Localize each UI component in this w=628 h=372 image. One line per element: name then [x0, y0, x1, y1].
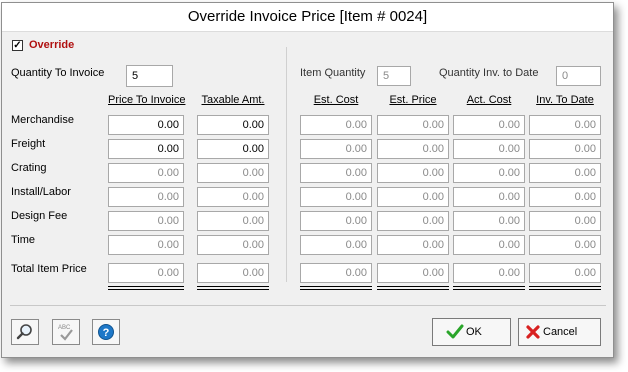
column-divider — [286, 47, 287, 282]
crating-price: 0.00 — [108, 163, 184, 183]
total-price: 0.00 — [108, 263, 184, 283]
magnifier-icon — [16, 324, 32, 340]
time-est-cost: 0.00 — [300, 235, 372, 255]
time-inv-to-date: 0.00 — [529, 235, 601, 255]
row-label-time: Time — [11, 234, 36, 246]
col-header-price-to-invoice: Price To Invoice — [108, 94, 186, 106]
cancel-button-label: Cancel — [543, 326, 578, 338]
crating-act-cost: 0.00 — [453, 163, 525, 183]
red-x-icon — [526, 325, 540, 339]
freight-est-price: 0.00 — [377, 139, 449, 159]
spellcheck-icon-text: ABC — [58, 325, 71, 331]
ok-button-label: OK — [466, 326, 482, 338]
spellcheck-button[interactable]: ABC — [52, 319, 80, 345]
row-label-install-labor: Install/Labor — [11, 186, 71, 198]
total-price-double-rule — [108, 286, 184, 290]
help-icon: ? — [98, 324, 114, 340]
total-inv-to-date: 0.00 — [529, 263, 601, 283]
item-quantity-label: Item Quantity — [300, 67, 366, 79]
footer-divider — [10, 305, 606, 306]
svg-text:?: ? — [103, 327, 110, 339]
freight-inv-to-date: 0.00 — [529, 139, 601, 159]
merchandise-taxable-input[interactable]: 0.00 — [197, 115, 269, 135]
quantity-to-invoice-label: Quantity To Invoice — [11, 67, 105, 79]
help-button[interactable]: ? — [92, 319, 120, 345]
spellcheck-icon: ABC — [58, 325, 73, 341]
total-est-cost-double-rule — [300, 286, 372, 290]
green-check-icon — [446, 324, 464, 339]
design-fee-price: 0.00 — [108, 211, 184, 231]
freight-act-cost: 0.00 — [453, 139, 525, 159]
total-inv-to-date-double-rule — [529, 286, 601, 290]
override-label: Override — [29, 39, 75, 51]
merchandise-price-input[interactable]: 0.00 — [108, 115, 184, 135]
total-act-cost: 0.00 — [453, 263, 525, 283]
install-labor-est-price: 0.00 — [377, 187, 449, 207]
quantity-inv-to-date-label: Quantity Inv. to Date — [439, 67, 539, 79]
crating-est-cost: 0.00 — [300, 163, 372, 183]
override-invoice-dialog: Override Invoice Price [Item # 0024] ✓ O… — [1, 2, 614, 358]
merchandise-act-cost: 0.00 — [453, 115, 525, 135]
merchandise-est-price: 0.00 — [377, 115, 449, 135]
total-taxable: 0.00 — [197, 263, 269, 283]
freight-est-cost: 0.00 — [300, 139, 372, 159]
row-label-design-fee: Design Fee — [11, 210, 68, 222]
total-taxable-double-rule — [197, 286, 269, 290]
total-est-cost: 0.00 — [300, 263, 372, 283]
install-labor-taxable: 0.00 — [197, 187, 269, 207]
time-price: 0.00 — [108, 235, 184, 255]
col-header-est-price: Est. Price — [389, 94, 437, 106]
quantity-inv-to-date-field: 0 — [556, 66, 601, 86]
install-labor-inv-to-date: 0.00 — [529, 187, 601, 207]
row-label-freight: Freight — [11, 138, 46, 150]
time-est-price: 0.00 — [377, 235, 449, 255]
window-title: Override Invoice Price [Item # 0024] — [2, 3, 613, 32]
design-fee-est-cost: 0.00 — [300, 211, 372, 231]
crating-est-price: 0.00 — [377, 163, 449, 183]
row-label-crating: Crating — [11, 162, 47, 174]
col-header-act-cost: Act. Cost — [466, 94, 512, 106]
design-fee-inv-to-date: 0.00 — [529, 211, 601, 231]
quantity-to-invoice-input[interactable]: 5 — [126, 65, 173, 87]
freight-price-input[interactable]: 0.00 — [108, 139, 184, 159]
search-button[interactable] — [11, 319, 39, 345]
crating-taxable: 0.00 — [197, 163, 269, 183]
item-quantity-field: 5 — [377, 66, 411, 86]
row-label-total-item-price: Total Item Price — [11, 263, 87, 275]
install-labor-est-cost: 0.00 — [300, 187, 372, 207]
total-act-cost-double-rule — [453, 286, 525, 290]
cancel-button[interactable]: Cancel — [518, 318, 601, 346]
merchandise-inv-to-date: 0.00 — [529, 115, 601, 135]
design-fee-est-price: 0.00 — [377, 211, 449, 231]
install-labor-price: 0.00 — [108, 187, 184, 207]
override-checkbox[interactable]: ✓ — [12, 40, 23, 51]
time-act-cost: 0.00 — [453, 235, 525, 255]
col-header-est-cost: Est. Cost — [313, 94, 359, 106]
total-est-price: 0.00 — [377, 263, 449, 283]
install-labor-act-cost: 0.00 — [453, 187, 525, 207]
row-label-merchandise: Merchandise — [11, 114, 74, 126]
design-fee-taxable: 0.00 — [197, 211, 269, 231]
total-est-price-double-rule — [377, 286, 449, 290]
ok-button[interactable]: OK — [432, 318, 511, 346]
col-header-inv-to-date: Inv. To Date — [536, 94, 594, 106]
col-header-taxable-amt: Taxable Amt. — [201, 94, 265, 106]
merchandise-est-cost: 0.00 — [300, 115, 372, 135]
design-fee-act-cost: 0.00 — [453, 211, 525, 231]
freight-taxable-input[interactable]: 0.00 — [197, 139, 269, 159]
time-taxable: 0.00 — [197, 235, 269, 255]
crating-inv-to-date: 0.00 — [529, 163, 601, 183]
